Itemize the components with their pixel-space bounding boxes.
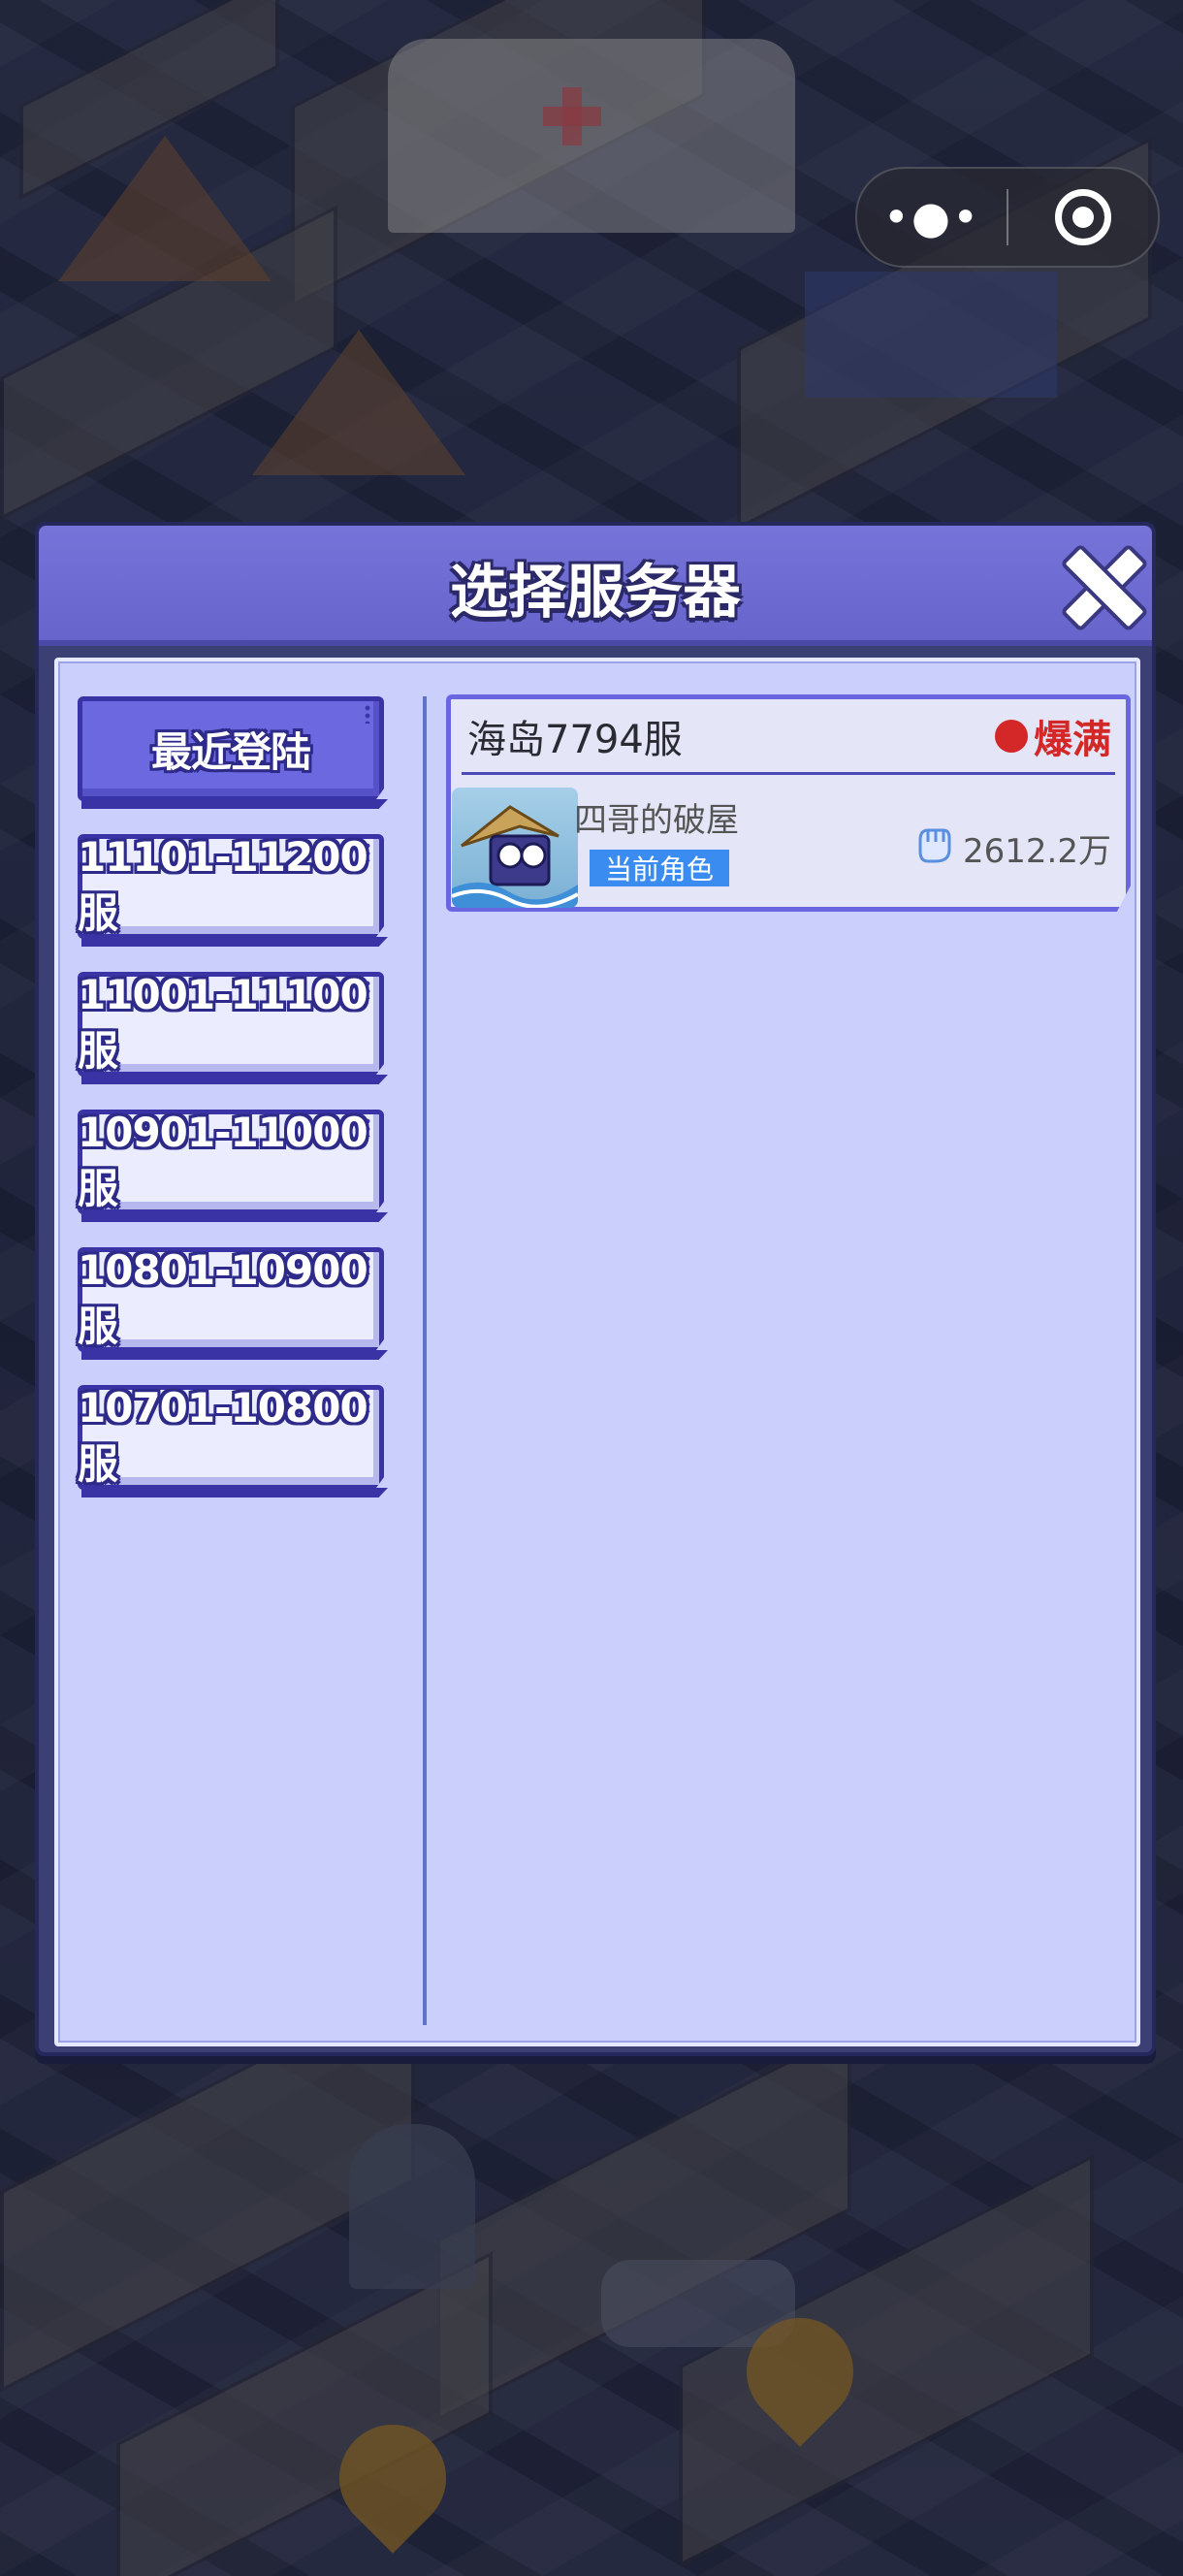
tab-label: 11001-11100服 xyxy=(78,971,368,1075)
role-avatar xyxy=(452,788,578,908)
more-options-button[interactable]: •●• xyxy=(857,169,1007,266)
server-panel: 最近登陆 11101-11200服 11001-11100服 10901-110… xyxy=(54,658,1140,2046)
panel-divider xyxy=(423,696,427,2025)
tab-label: 10901-11000服 xyxy=(78,1109,368,1212)
tab-label: 11101-11200服 xyxy=(78,833,368,937)
dialog-title: 选择服务器 xyxy=(450,559,741,627)
current-role-badge: 当前角色 xyxy=(590,850,729,886)
tab-server-range[interactable]: 10701-10800服 xyxy=(78,1384,388,1497)
select-server-dialog: 选择服务器 最近登陆 11101-11200服 11001-11100服 109… xyxy=(35,522,1156,2056)
server-card[interactable]: 海岛7794服 爆满 四哥的破屋 当前角色 2612.2万 xyxy=(446,694,1131,912)
target-icon xyxy=(1055,189,1111,245)
tab-label: 最近登陆 xyxy=(150,727,311,776)
server-status: 爆满 xyxy=(995,708,1111,764)
status-dot-icon xyxy=(995,720,1028,753)
role-name: 四哥的破屋 xyxy=(574,801,739,840)
tab-server-range[interactable]: 11101-11200服 xyxy=(78,833,388,947)
close-button[interactable] xyxy=(1063,545,1138,621)
mini-program-capsule: •●• xyxy=(855,167,1160,268)
exit-mini-program-button[interactable] xyxy=(1008,169,1158,266)
combat-power: 2612.2万 xyxy=(911,821,1111,876)
tab-recent-login[interactable]: 最近登陆 xyxy=(78,696,388,809)
more-icon: •●• xyxy=(882,191,981,243)
tab-label: 10801-10900服 xyxy=(78,1246,368,1350)
fist-icon xyxy=(911,821,957,876)
dialog-header: 选择服务器 xyxy=(39,526,1152,646)
tab-label: 10701-10800服 xyxy=(78,1384,368,1488)
tab-server-range[interactable]: 10901-11000服 xyxy=(78,1109,388,1222)
server-name: 海岛7794服 xyxy=(467,718,683,762)
server-status-label: 爆满 xyxy=(1034,718,1111,762)
combat-power-value: 2612.2万 xyxy=(963,832,1111,871)
tab-server-range[interactable]: 11001-11100服 xyxy=(78,971,388,1084)
card-divider xyxy=(462,772,1115,775)
tab-server-range[interactable]: 10801-10900服 xyxy=(78,1246,388,1360)
